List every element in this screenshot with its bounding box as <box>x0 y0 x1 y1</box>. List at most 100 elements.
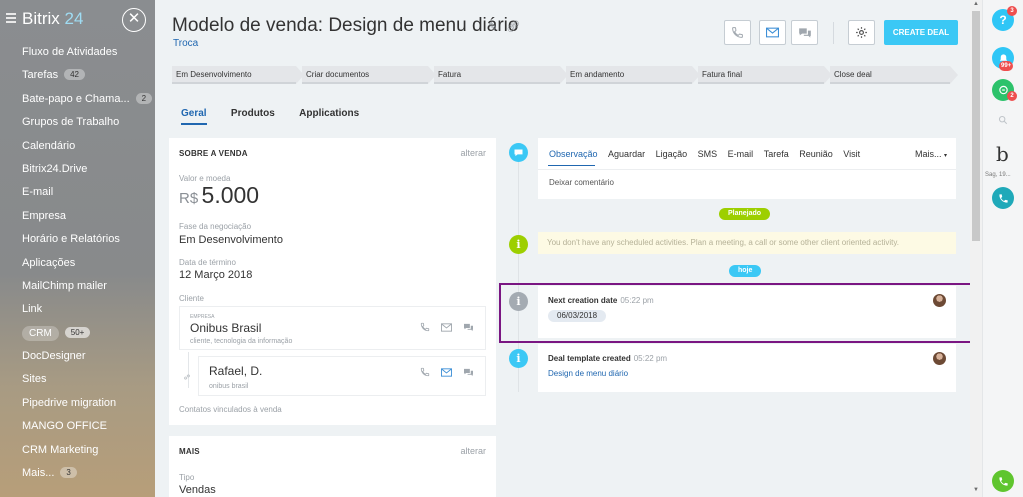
sidebar-item-label: DocDesigner <box>22 350 86 363</box>
telephony-button[interactable] <box>992 187 1014 209</box>
call-button[interactable] <box>992 470 1014 492</box>
hamburger-icon[interactable] <box>6 13 16 23</box>
amount-number: 5.000 <box>201 182 260 208</box>
stage-item[interactable]: Close deal <box>830 66 958 84</box>
sidebar-item-workgroups[interactable]: Grupos de Trabalho <box>0 111 155 134</box>
phone-icon[interactable] <box>420 322 430 332</box>
sidebar-item-label: Link <box>22 303 43 316</box>
tab-reuniao[interactable]: Reunião <box>799 149 833 159</box>
company-contact-actions <box>420 322 474 332</box>
close-slider-button[interactable]: ✕ <box>122 8 146 32</box>
edit-more-link[interactable]: alterar <box>460 446 486 456</box>
contact-name[interactable]: Rafael, D. <box>209 364 262 378</box>
chat-badge: 2 <box>1007 91 1017 101</box>
sidebar-item-email[interactable]: E-mail <box>0 181 155 204</box>
currency-symbol: R$ <box>179 190 199 207</box>
edit-about-link[interactable]: alterar <box>460 148 486 158</box>
activity-more-menu[interactable]: Mais... ▾ <box>915 149 947 159</box>
close-icon: ✕ <box>127 10 141 27</box>
envelope-icon[interactable] <box>441 322 452 332</box>
scrollbar[interactable]: ▲ ▼ <box>970 0 982 497</box>
envelope-icon[interactable] <box>441 367 452 377</box>
tab-sms[interactable]: SMS <box>698 149 718 159</box>
sidebar-item-link[interactable]: Link <box>0 298 155 321</box>
sidebar-item-more[interactable]: Mais... 3 <box>0 462 155 485</box>
sidebar-item-docdesigner[interactable]: DocDesigner <box>0 345 155 368</box>
tab-produtos[interactable]: Produtos <box>231 108 275 123</box>
sidebar-item-pipedrive[interactable]: Pipedrive migration <box>0 392 155 415</box>
tab-observacao[interactable]: Observação <box>549 149 598 159</box>
deal-tabs: Geral Produtos Applications <box>181 105 380 125</box>
copy-link-icon[interactable]: 🔗︎ <box>506 21 520 33</box>
sidebar-item-crm[interactable]: CRM 50+ <box>0 322 155 345</box>
scroll-up-icon[interactable]: ▲ <box>973 1 979 7</box>
tab-email[interactable]: E-mail <box>728 149 754 159</box>
contact-block[interactable]: Rafael, D. onibus brasil <box>198 356 486 396</box>
template-link[interactable]: Design de menu diário <box>548 369 628 378</box>
header-divider <box>833 22 834 44</box>
user-name: Sag, 19... <box>985 172 1011 178</box>
event-title: Deal template created 05:22 pm <box>548 354 667 363</box>
end-date-value: 12 Março 2018 <box>179 269 253 281</box>
sidebar-item-label: CRM Marketing <box>22 443 99 456</box>
linked-contacts-label: Contatos vinculados à venda <box>179 405 282 414</box>
left-sidebar: Bitrix 24 ✕ Fluxo de Atividades Tarefas 4… <box>0 0 155 497</box>
stage-item[interactable]: Fatura final <box>698 66 832 84</box>
deal-category-link[interactable]: Troca <box>173 38 198 49</box>
sidebar-item-calendar[interactable]: Calendário <box>0 135 155 158</box>
tab-applications[interactable]: Applications <box>299 108 359 123</box>
client-label: Cliente <box>179 294 204 303</box>
logo-number: 24 <box>64 9 84 28</box>
today-badge: hoje <box>729 265 762 277</box>
stage-item[interactable]: Fatura <box>434 66 568 84</box>
bitrix-logo[interactable]: Bitrix 24 <box>22 9 83 29</box>
company-name[interactable]: Onibus Brasil <box>190 321 261 335</box>
tab-tarefa[interactable]: Tarefa <box>764 149 789 159</box>
stage-item[interactable]: Em Desenvolvimento <box>172 66 304 84</box>
tab-ligacao[interactable]: Ligação <box>656 149 688 159</box>
sidebar-item-company[interactable]: Empresa <box>0 205 155 228</box>
gear-icon <box>856 27 867 38</box>
deal-slider: Modelo de venda: Design de menu diário ✎… <box>155 0 970 497</box>
stage-field-label: Fase da negociação <box>179 222 252 231</box>
sidebar-item-sites[interactable]: Sites <box>0 368 155 391</box>
tab-aguardar[interactable]: Aguardar <box>608 149 645 159</box>
avatar[interactable] <box>933 352 946 365</box>
sidebar-item-drive[interactable]: Bitrix24.Drive <box>0 158 155 181</box>
company-block[interactable]: EMPRESA Onibus Brasil cliente, tecnologi… <box>179 306 486 350</box>
chat-bubbles-icon[interactable] <box>463 323 474 332</box>
stage-item[interactable]: Em andamento <box>566 66 700 84</box>
phone-icon[interactable] <box>420 367 430 377</box>
stage-label: Em Desenvolvimento <box>176 70 252 79</box>
chat-button[interactable] <box>791 20 818 45</box>
comment-input[interactable]: Deixar comentário <box>549 178 614 187</box>
phone-icon <box>732 27 743 38</box>
stage-field-value: Em Desenvolvimento <box>179 234 283 246</box>
email-button[interactable] <box>759 20 786 45</box>
scroll-down-icon[interactable]: ▼ <box>973 487 979 493</box>
sidebar-item-tasks[interactable]: Tarefas 42 <box>0 64 155 87</box>
sidebar-item-mailchimp[interactable]: MailChimp mailer <box>0 275 155 298</box>
sidebar-item-crm-marketing[interactable]: CRM Marketing <box>0 439 155 462</box>
call-button[interactable] <box>724 20 751 45</box>
tab-visit[interactable]: Visit <box>843 149 860 159</box>
amount-value: R$ 5.000 <box>179 182 259 209</box>
create-deal-button[interactable]: CREATE DEAL <box>884 20 958 45</box>
user-initial[interactable]: b <box>996 142 1009 166</box>
settings-button[interactable] <box>848 20 875 45</box>
info-icon: i <box>509 349 528 368</box>
edit-pencil-icon[interactable]: ✎ <box>488 21 497 33</box>
scroll-thumb[interactable] <box>972 11 980 241</box>
sidebar-item-activity-stream[interactable]: Fluxo de Atividades <box>0 41 155 64</box>
stage-item[interactable]: Criar documentos <box>302 66 436 84</box>
sidebar-item-chat[interactable]: Bate-papo e Chama... 2 <box>0 88 155 111</box>
search-button[interactable] <box>992 109 1014 131</box>
sidebar-item-applications[interactable]: Aplicações <box>0 252 155 275</box>
sidebar-item-label: Aplicações <box>22 256 76 269</box>
sidebar-item-time-reports[interactable]: Horário e Relatórios <box>0 228 155 251</box>
sidebar-item-mango-office[interactable]: MANGO OFFICE <box>0 415 155 438</box>
chat-bubbles-icon[interactable] <box>463 368 474 377</box>
activity-editor: Observação Aguardar Ligação SMS E-mail T… <box>538 138 956 199</box>
sidebar-item-label: Fluxo de Atividades <box>22 46 118 58</box>
tab-geral[interactable]: Geral <box>181 108 207 125</box>
